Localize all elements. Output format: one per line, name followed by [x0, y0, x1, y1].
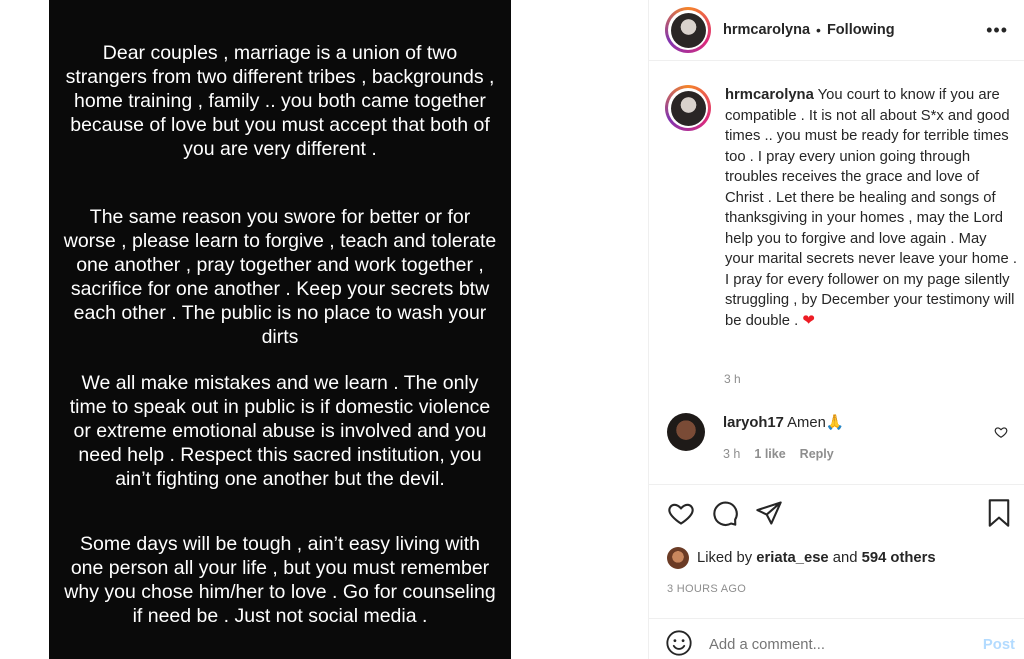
commenter-username[interactable]: laryoh17: [723, 415, 784, 431]
following-button[interactable]: Following: [827, 22, 895, 38]
author-avatar-image: [670, 12, 706, 48]
save-bookmark-icon[interactable]: [983, 497, 1015, 529]
caption-time[interactable]: 3 h: [724, 372, 741, 386]
caption-body: You court to know if you are compatible …: [725, 87, 1017, 329]
post-actions: [665, 497, 1015, 529]
post-header: hrmcarolyna • Following •••: [649, 0, 1024, 61]
separator-dot: •: [816, 22, 821, 38]
more-options-icon[interactable]: •••: [986, 20, 1008, 41]
likes-summary: Liked by eriata_ese and 594 others: [667, 547, 936, 569]
post-media[interactable]: Dear couples , marriage is a union of tw…: [49, 0, 511, 659]
comment-likes[interactable]: 1 like: [754, 447, 785, 461]
comment-time[interactable]: 3 h: [723, 447, 740, 461]
caption-avatar-image: [670, 90, 706, 126]
red-heart-emoji: ❤: [802, 312, 815, 329]
liked-by-prefix: Liked by: [697, 550, 753, 566]
media-paragraph-2: The same reason you swore for better or …: [63, 206, 497, 348]
caption-username[interactable]: hrmcarolyna: [725, 87, 814, 103]
liker-username[interactable]: eriata_ese: [756, 550, 828, 566]
likes-others-count[interactable]: 594 others: [862, 550, 936, 566]
add-comment-divider: [649, 618, 1024, 619]
media-paragraph-1: Dear couples , marriage is a union of tw…: [65, 42, 495, 160]
share-send-icon[interactable]: [753, 497, 785, 529]
comment-text: Amen🙏: [787, 415, 845, 431]
post-timestamp[interactable]: 3 HOURS AGO: [667, 583, 746, 595]
caption-avatar[interactable]: [665, 85, 711, 131]
post-caption: hrmcarolyna You court to know if you are…: [665, 85, 1020, 331]
author-username[interactable]: hrmcarolyna: [723, 22, 810, 38]
actions-divider: [649, 484, 1024, 485]
media-paragraph-4: Some days will be tough , ain’t easy liv…: [64, 533, 496, 627]
post-side-panel: hrmcarolyna • Following ••• hrmcarolyna …: [648, 0, 1024, 659]
media-paragraph-3: We all make mistakes and we learn . The …: [69, 372, 491, 490]
comment-like-heart-icon[interactable]: [994, 425, 1008, 442]
like-heart-icon[interactable]: [665, 497, 697, 529]
post-comment-button[interactable]: Post: [983, 637, 1015, 653]
caption-text-block: hrmcarolyna You court to know if you are…: [725, 85, 1017, 331]
comment-item: laryoh17 Amen🙏 3 h 1 like Reply: [665, 413, 1020, 461]
commenter-avatar[interactable]: [667, 413, 705, 451]
comment-bubble-icon[interactable]: [709, 497, 741, 529]
liker-avatar[interactable]: [667, 547, 689, 569]
author-avatar[interactable]: [665, 7, 711, 53]
emoji-smiley-icon[interactable]: [665, 629, 693, 659]
likes-and: and: [832, 550, 858, 566]
reply-button[interactable]: Reply: [800, 447, 834, 461]
add-comment-row: Post: [665, 629, 1015, 659]
add-comment-input[interactable]: [709, 637, 959, 653]
